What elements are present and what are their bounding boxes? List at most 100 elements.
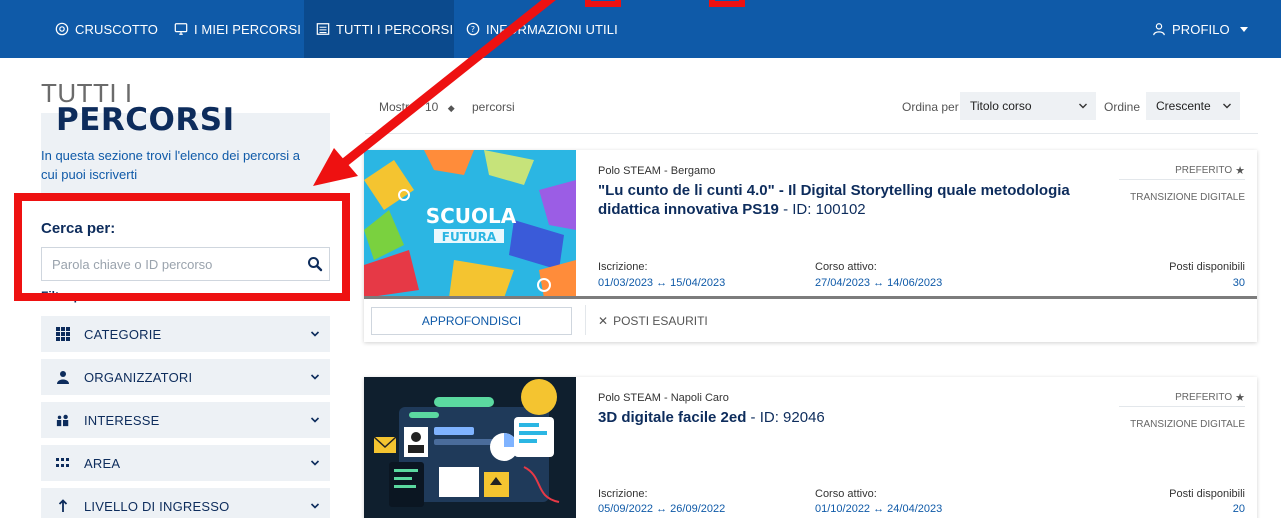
active-dates: 27/04/2023 ↔ 14/06/2023 <box>815 277 943 289</box>
course-id: - ID: 92046 <box>746 409 825 426</box>
filter-label-categorie: CATEGORIE <box>84 326 162 342</box>
course-title-text: 3D digitale facile 2ed <box>598 409 747 426</box>
filter-organizzatori[interactable]: ORGANIZZATORI <box>41 359 330 395</box>
filter-label-organizzatori: ORGANIZZATORI <box>84 369 193 385</box>
sort-value: Titolo corso <box>970 99 1032 113</box>
dots-grid-icon <box>56 456 70 470</box>
course-id: - ID: 100102 <box>778 201 866 218</box>
nav-item-i-miei-percorsi[interactable]: I MIEI PERCORSI <box>174 0 301 58</box>
filter-interesse[interactable]: INTERESSE <box>41 402 330 438</box>
seats-label: Posti disponibili <box>1169 261 1245 273</box>
filter-label-area: AREA <box>84 455 121 471</box>
course-image-3d-digitale <box>364 377 576 518</box>
course-title[interactable]: 3D digitale facile 2ed - ID: 92046 <box>598 408 1118 427</box>
seats-label: Posti disponibili <box>1169 488 1245 500</box>
course-organizer: Polo STEAM - Bergamo <box>598 165 716 177</box>
search-icon[interactable] <box>307 256 323 272</box>
course-card: Polo STEAM - Napoli Caro 3D digitale fac… <box>364 377 1257 518</box>
favorite-toggle[interactable]: PREFERITO ★ <box>1175 391 1245 404</box>
nav-item-tutti-i-percorsi[interactable]: TUTTI I PERCORSI <box>304 0 454 58</box>
favorite-label: PREFERITO <box>1175 392 1233 403</box>
top-nav: CRUSCOTTO I MIEI PERCORSI TUTTI I PERCOR… <box>0 0 1281 58</box>
course-image-scuola-futura: SCUOLA FUTURA <box>364 150 576 298</box>
sold-out-label: POSTI ESAURITI <box>613 314 708 328</box>
help-icon: ? <box>466 22 480 36</box>
dashboard-icon <box>55 22 69 36</box>
show-count-select[interactable]: 10 ◆ <box>425 100 455 114</box>
page-title-line2: PERCORSI <box>56 102 235 138</box>
sort-label: Ordina per <box>902 100 959 114</box>
toolbar-divider <box>365 133 1258 134</box>
nav-label: INFORMAZIONI UTILI <box>486 21 618 37</box>
updown-icon: ◆ <box>447 103 455 113</box>
seats-value: 20 <box>1232 503 1245 515</box>
course-card: SCUOLA FUTURA Polo STEAM - Bergamo "Lu c… <box>364 150 1257 342</box>
sold-out-status: ✕ POSTI ESAURITI <box>598 314 708 328</box>
card-actions: APPROFONDISCI ✕ POSTI ESAURITI <box>364 299 1257 342</box>
enroll-label: Iscrizione: <box>598 261 648 273</box>
filter-area[interactable]: AREA <box>41 445 330 481</box>
active-label: Corso attivo: <box>815 261 877 273</box>
enroll-dates: 05/09/2022 ↔ 26/09/2022 <box>598 503 726 515</box>
monitor-icon <box>174 23 188 35</box>
active-label: Corso attivo: <box>815 488 877 500</box>
chevron-down-icon <box>1223 103 1231 109</box>
active-dates: 01/10/2022 ↔ 24/04/2023 <box>815 503 943 515</box>
filter-label-interesse: INTERESSE <box>84 412 160 428</box>
image-text-line2: FUTURA <box>442 230 497 244</box>
search-input[interactable] <box>42 248 292 280</box>
favorite-toggle[interactable]: PREFERITO ★ <box>1175 164 1245 177</box>
nav-label: TUTTI I PERCORSI <box>336 21 454 37</box>
list-icon <box>316 23 330 35</box>
filter-livello-di-ingresso[interactable]: LIVELLO DI INGRESSO <box>41 488 330 518</box>
nav-item-informazioni-utili[interactable]: ? INFORMAZIONI UTILI <box>466 0 618 58</box>
category-divider <box>1119 179 1245 180</box>
user-icon <box>1153 23 1165 36</box>
close-icon: ✕ <box>598 314 609 328</box>
show-suffix: percorsi <box>472 100 515 114</box>
intro-text: In questa sezione trovi l'elenco dei per… <box>41 148 301 182</box>
favorite-label: PREFERITO <box>1175 165 1233 176</box>
level-up-icon <box>56 499 70 513</box>
order-label: Ordine <box>1104 100 1141 114</box>
enroll-label: Iscrizione: <box>598 488 648 500</box>
star-icon: ★ <box>1235 165 1245 177</box>
enroll-dates: 01/03/2023 ↔ 15/04/2023 <box>598 277 726 289</box>
approfondisci-button[interactable]: APPROFONDISCI <box>371 307 572 335</box>
filter-categorie[interactable]: CATEGORIE <box>41 316 330 352</box>
course-category: TRANSIZIONE DIGITALE <box>1130 192 1245 203</box>
show-label: Mostra <box>379 100 416 114</box>
caret-down-icon <box>1239 26 1248 32</box>
star-icon: ★ <box>1235 392 1245 404</box>
chevron-down-icon <box>310 374 320 380</box>
profile-menu[interactable]: PROFILO <box>1152 0 1248 58</box>
nav-label: CRUSCOTTO <box>75 21 158 37</box>
chevron-down-icon <box>310 503 320 509</box>
group-icon <box>56 413 70 427</box>
chevron-down-icon <box>310 331 320 337</box>
course-organizer: Polo STEAM - Napoli Caro <box>598 392 729 404</box>
filter-label: Filtra per <box>41 289 93 303</box>
order-select[interactable]: Crescente <box>1146 92 1240 120</box>
chevron-down-icon <box>310 460 320 466</box>
grid-icon <box>56 327 70 341</box>
search-box <box>41 247 330 281</box>
sort-select[interactable]: Titolo corso <box>960 92 1096 120</box>
svg-text:?: ? <box>471 25 475 34</box>
category-divider <box>1119 406 1245 407</box>
show-count-value: 10 <box>425 100 439 114</box>
search-label: Cerca per: <box>41 220 116 237</box>
nav-item-cruscotto[interactable]: CRUSCOTTO <box>55 0 158 58</box>
course-category: TRANSIZIONE DIGITALE <box>1130 419 1245 430</box>
people-icon <box>56 370 70 384</box>
course-title[interactable]: "Lu cunto de li cunti 4.0" - Il Digital … <box>598 181 1118 219</box>
order-value: Crescente <box>1156 99 1211 113</box>
profile-label: PROFILO <box>1172 21 1230 37</box>
action-divider <box>585 305 586 335</box>
filter-label-livello: LIVELLO DI INGRESSO <box>84 498 230 514</box>
seats-value: 30 <box>1232 277 1245 289</box>
chevron-down-icon <box>1079 103 1087 109</box>
nav-label: I MIEI PERCORSI <box>194 21 301 37</box>
chevron-down-icon <box>310 417 320 423</box>
image-text-line1: SCUOLA <box>426 204 517 228</box>
